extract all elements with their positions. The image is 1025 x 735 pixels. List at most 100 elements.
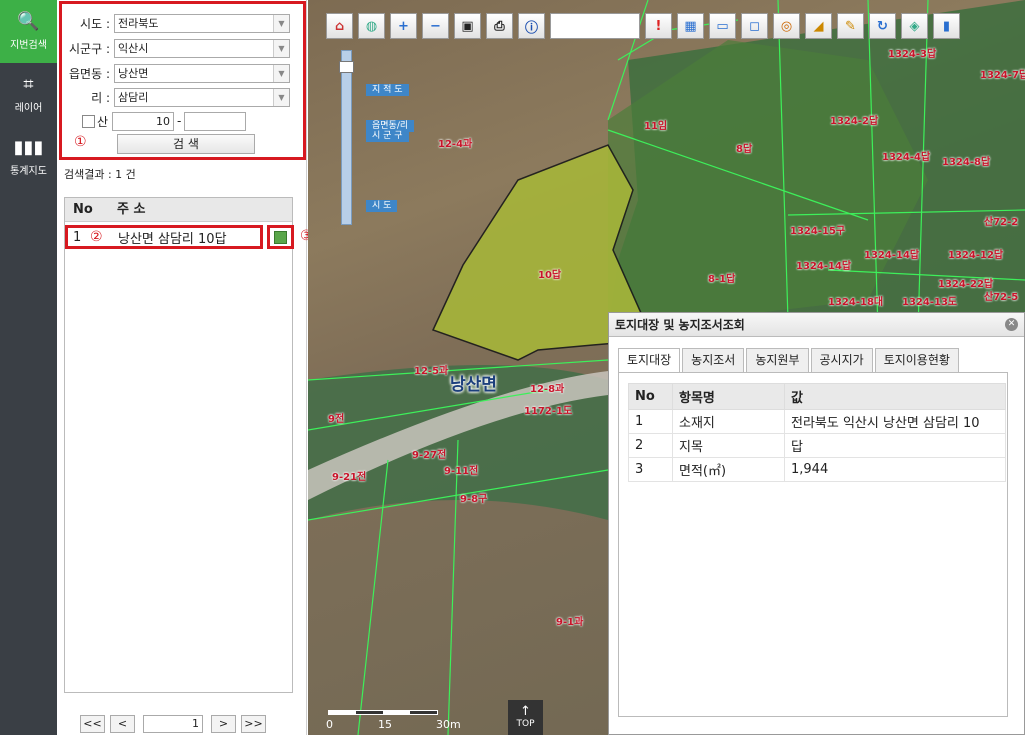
san-label: 산: [97, 114, 109, 129]
nav-stats[interactable]: ▮▮▮ 통계지도: [0, 126, 57, 189]
left-nav: 🔍 지번검색 ⌗ 레이어 ▮▮▮ 통계지도: [0, 0, 57, 735]
globe-icon[interactable]: ◍: [358, 13, 385, 39]
zoom-in-icon[interactable]: +: [390, 13, 417, 39]
area-icon[interactable]: ◻: [741, 13, 768, 39]
refresh-icon[interactable]: ↻: [869, 13, 896, 39]
pencil-icon[interactable]: ✎: [837, 13, 864, 39]
zoom-label-jijeok[interactable]: 지 적 도: [366, 84, 409, 96]
search-icon: 🔍: [17, 11, 40, 32]
popup-title: 토지대장 및 농지조서조회 ✕: [609, 313, 1024, 337]
nav-layer[interactable]: ⌗ 레이어: [0, 63, 57, 126]
close-icon[interactable]: ✕: [1005, 318, 1018, 331]
place-name: 낭산면: [450, 375, 497, 395]
cell-no: 2: [628, 433, 673, 458]
tab-land-price[interactable]: 공시지가: [810, 348, 873, 373]
parcel-label: 9-1과: [556, 617, 584, 628]
last-page-button[interactable]: >>: [241, 715, 266, 733]
alert-icon[interactable]: !: [645, 13, 672, 39]
search-button[interactable]: 검 색: [117, 134, 255, 154]
scale-label-15: 15: [378, 718, 392, 731]
table-row[interactable]: 1 ② 낭산면 삼담리 10답: [65, 225, 263, 249]
parcel-label: 9-21전: [332, 472, 367, 483]
nav-search-label: 지번검색: [10, 40, 47, 51]
eup-value: 낭산면: [118, 66, 149, 80]
parcel-label: 8-1답: [708, 274, 736, 285]
cell-value: 전라북도 익산시 낭산면 삼담리 10: [784, 409, 1006, 434]
cell-value: 1,944: [784, 457, 1006, 482]
top-button[interactable]: ↑ TOP: [508, 700, 543, 735]
page-input[interactable]: 1: [143, 715, 203, 733]
zoom-label-sido[interactable]: 시 도: [366, 200, 398, 212]
dash-label: -: [177, 114, 182, 128]
result-count: 검색결과 : 1 건: [64, 168, 136, 181]
parcel-label: 8답: [736, 144, 753, 155]
save-icon[interactable]: ▣: [454, 13, 481, 39]
chevron-down-icon: ▼: [273, 64, 289, 82]
print-icon[interactable]: ⎙: [486, 13, 513, 39]
layer-icon: ⌗: [23, 74, 34, 95]
ri-select[interactable]: 삼담리 ▼: [114, 87, 290, 107]
row-address: 낭산면 삼담리 10답: [118, 231, 227, 247]
sido-select[interactable]: 전라북도 ▼: [114, 13, 290, 33]
parcel-label: 1324-8답: [942, 157, 991, 168]
zoom-slider[interactable]: [339, 50, 354, 225]
next-page-button[interactable]: >: [211, 715, 236, 733]
ri-value: 삼담리: [118, 90, 149, 104]
info-icon[interactable]: ⓘ: [518, 13, 545, 39]
tab-farm-survey[interactable]: 농지조서: [682, 348, 745, 373]
cell-name: 지목: [672, 433, 785, 458]
chevron-down-icon: ▼: [273, 14, 289, 32]
home-icon[interactable]: ⌂: [326, 13, 353, 39]
san-checkbox[interactable]: [82, 114, 95, 128]
scale-label-0: 0: [326, 718, 333, 731]
grid-icon[interactable]: ▦: [677, 13, 704, 39]
bubun-input[interactable]: [184, 111, 247, 131]
nav-search[interactable]: 🔍 지번검색: [0, 0, 57, 63]
parcel-label: 1324-18대: [828, 297, 884, 308]
cell-value: 답: [784, 433, 1006, 458]
first-page-button[interactable]: <<: [80, 715, 105, 733]
eup-select[interactable]: 낭산면 ▼: [114, 63, 290, 83]
parcel-label: 1324-4답: [882, 152, 931, 163]
tab-farm-register[interactable]: 농지원부: [746, 348, 809, 373]
result-table: No 주 소 1 ② 낭산면 삼담리 10답 ③: [64, 197, 313, 693]
sido-label: 시도 :: [80, 16, 110, 31]
sigungu-label: 시군구 :: [69, 41, 110, 56]
parcel-label: 1324-2답: [830, 116, 879, 127]
popup-title-text: 토지대장 및 농지조서조회: [615, 318, 745, 332]
polygon-icon[interactable]: ◢: [805, 13, 832, 39]
table-row: 1 소재지 전라북도 익산시 낭산면 삼담리 10: [628, 409, 1006, 434]
prev-page-button[interactable]: <: [110, 715, 135, 733]
scale-bar: 0 15 30m: [326, 710, 461, 731]
ruler-icon[interactable]: ▭: [709, 13, 736, 39]
zoom-handle[interactable]: [339, 61, 354, 73]
tab-land-use[interactable]: 토지이용현황: [874, 348, 959, 373]
cell-name: 면적(㎡): [672, 457, 785, 482]
table-row: 3 면적(㎡) 1,944: [628, 457, 1006, 482]
sigungu-select[interactable]: 익산시 ▼: [114, 38, 290, 58]
parcel-label: 1324-3답: [888, 49, 937, 60]
bar-chart-icon: ▮▮▮: [13, 137, 44, 158]
go-to-map-button[interactable]: [267, 225, 294, 249]
tab-content: No 항목명 값 1 소재지 전라북도 익산시 낭산면 삼담리 10 2 지목 …: [618, 372, 1008, 717]
search-form: 시도 : 전라북도 ▼ 시군구 : 익산시 ▼ 읍면동 : 낭산면 ▼ 리 : 삼담리…: [59, 1, 306, 160]
coordinate-input[interactable]: [550, 13, 640, 39]
zoom-label-sigungu[interactable]: 시 군 구: [366, 130, 409, 142]
scale-label-30: 30m: [436, 718, 461, 731]
parcel-label: 1324-12답: [948, 250, 1004, 261]
parcel-label: 1172-1도: [524, 406, 573, 417]
bonbun-input[interactable]: 10: [112, 111, 175, 131]
radius-icon[interactable]: ◎: [773, 13, 800, 39]
header-addr: 주 소: [117, 202, 146, 217]
tab-land-ledger[interactable]: 토지대장: [618, 348, 681, 373]
top-label: TOP: [516, 719, 535, 729]
table-row: 2 지목 답: [628, 433, 1006, 458]
layers-icon[interactable]: ◈: [901, 13, 928, 39]
zoom-out-icon[interactable]: −: [422, 13, 449, 39]
chart-icon[interactable]: ▮: [933, 13, 960, 39]
nav-stats-label: 통계지도: [10, 166, 47, 177]
sido-value: 전라북도: [118, 16, 159, 30]
parcel-label: 산72-2: [984, 217, 1019, 228]
marker-2: ②: [90, 229, 103, 245]
map-go-icon: [274, 230, 287, 244]
